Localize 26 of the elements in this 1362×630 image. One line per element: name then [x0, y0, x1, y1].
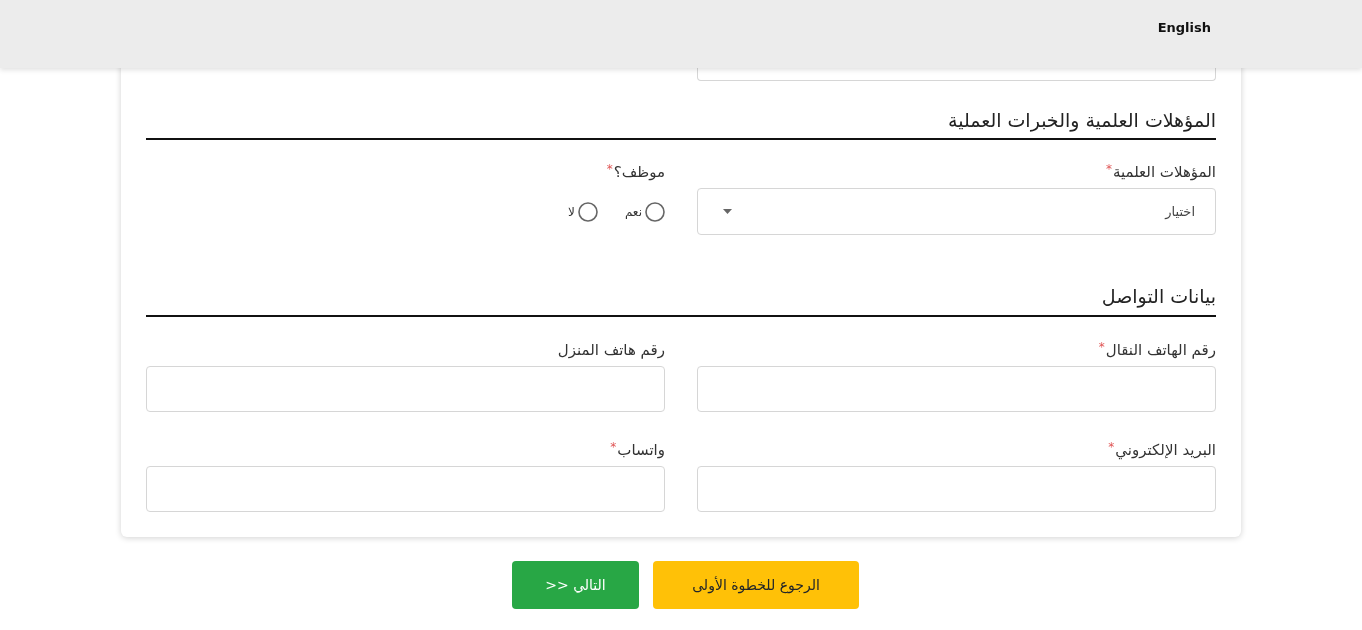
field-label: رقم الهاتف النقال: [1105, 341, 1216, 359]
required-mark: *: [1108, 441, 1115, 453]
radio-button[interactable]: [577, 201, 598, 222]
input-field[interactable]: [697, 68, 1216, 81]
field-label: البريد الإلكتروني: [1115, 441, 1216, 459]
section-title: المؤهلات العلمية والخبرات العملية: [948, 108, 1216, 132]
back-button[interactable]: الرجوع للخطوة الأولى: [653, 561, 859, 609]
required-mark: *: [606, 163, 613, 175]
radio-button[interactable]: [645, 201, 665, 222]
input-field[interactable]: [697, 366, 1216, 412]
section-title: بيانات التواصل: [1101, 284, 1216, 308]
required-mark: *: [610, 441, 617, 453]
input-field[interactable]: [697, 466, 1216, 512]
field-label: رقم هاتف المنزل: [557, 341, 665, 359]
select-field[interactable]: اختيار: [697, 188, 1216, 235]
language-link[interactable]: English: [1157, 18, 1211, 50]
input-field[interactable]: [146, 366, 665, 412]
option-label: لا: [568, 204, 575, 219]
field-label: واتساب: [617, 441, 665, 459]
field-label: موظف؟: [613, 163, 665, 181]
caret-down-icon: [723, 209, 732, 214]
input-field[interactable]: [146, 466, 665, 512]
required-mark: *: [1098, 341, 1105, 353]
option-label: نعم: [624, 204, 642, 219]
field-label: المؤهلات العلمية: [1112, 163, 1216, 181]
required-mark: *: [1105, 163, 1112, 175]
